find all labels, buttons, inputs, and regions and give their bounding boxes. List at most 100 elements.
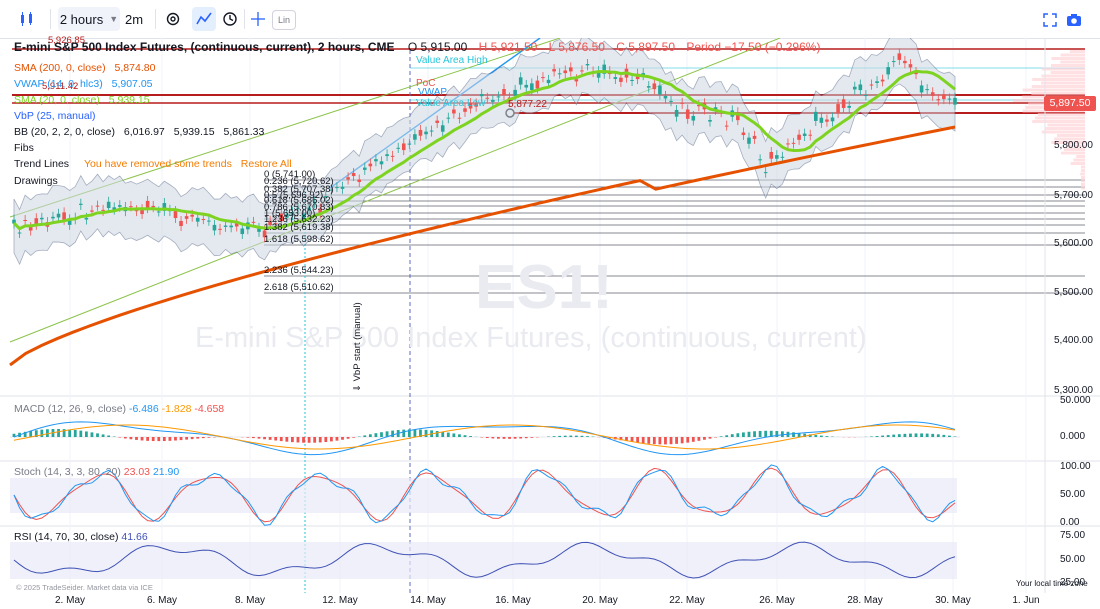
settings-gear-icon[interactable] xyxy=(162,7,184,31)
candle-body xyxy=(530,83,534,91)
macd-line xyxy=(13,421,956,456)
legend-fibs[interactable]: Fibs xyxy=(14,142,34,154)
high-value: H 5,921.50 xyxy=(478,40,538,54)
camera-icon[interactable] xyxy=(1064,10,1084,30)
legend-sma20[interactable]: SMA (20, 0, close) 5,939.15 xyxy=(14,94,156,106)
candle-body xyxy=(613,77,618,79)
legend-trend-lines[interactable]: Trend Lines You have removed some trends… xyxy=(14,158,298,170)
macd-histogram-bar xyxy=(675,437,678,444)
local-time-label[interactable]: Your local time zone xyxy=(1016,579,1088,588)
clock-icon[interactable] xyxy=(219,7,241,31)
candle-body xyxy=(491,99,495,102)
candle-body xyxy=(953,97,957,105)
macd-histogram-bar xyxy=(925,433,929,437)
candle-body xyxy=(79,203,83,205)
macd-histogram-bar xyxy=(736,433,740,437)
macd-histogram-bar xyxy=(196,437,200,439)
candle-body xyxy=(658,85,662,95)
lin-scale-button[interactable]: Lin xyxy=(272,10,296,30)
macd-histogram-bar xyxy=(252,437,255,439)
macd-histogram-bar xyxy=(341,437,344,440)
macd-histogram-bar xyxy=(652,437,656,445)
candle-body xyxy=(763,172,768,174)
value-area-low-label: Value Area Low xyxy=(416,98,486,109)
macd-histogram-bar xyxy=(446,432,450,437)
legend-bb[interactable]: BB (20, 2, 2, 0, close) 6,016.97 5,939.1… xyxy=(14,126,270,138)
price-axis-label: 5,700.00 xyxy=(1054,190,1093,201)
macd-histogram-bar xyxy=(435,431,439,437)
high-tag: 5,926.85 xyxy=(48,35,85,46)
stoch-axis-label: 50.00 xyxy=(1060,489,1086,500)
candle-body xyxy=(546,79,551,84)
interval-value: 2 hours xyxy=(59,11,104,27)
candle-body xyxy=(758,159,762,161)
macd-legend[interactable]: MACD (12, 26, 9, close) -6.486 -1.828 -4… xyxy=(14,403,224,415)
candle-body xyxy=(619,77,623,82)
candle-body xyxy=(485,97,490,99)
candle-body xyxy=(117,205,122,207)
volume-profile-bar xyxy=(1050,71,1085,74)
stoch-legend[interactable]: Stoch (14, 3, 3, 80, 20) 23.03 21.90 xyxy=(14,466,179,478)
candle-body xyxy=(541,77,545,79)
macd-histogram-bar xyxy=(207,437,211,438)
indicators-icon[interactable] xyxy=(192,7,216,31)
vbp-start-label: ⇓ VbP start (manual) xyxy=(352,302,363,392)
macd-histogram-bar xyxy=(380,432,383,437)
candle-body xyxy=(101,209,105,211)
macd-histogram-bar xyxy=(780,431,784,437)
volume-profile-bar xyxy=(1041,130,1085,134)
macd-histogram-bar xyxy=(764,430,768,437)
interval-select[interactable]: 2 hours ▼ xyxy=(58,7,120,31)
candle-body xyxy=(797,134,801,140)
macd-histogram-bar xyxy=(157,437,161,442)
x-axis-label: 1. Jun xyxy=(1012,595,1040,606)
macd-histogram-bar xyxy=(552,436,556,437)
candle-body xyxy=(218,228,222,230)
macd-histogram-bar xyxy=(296,437,300,443)
candle-body xyxy=(864,95,868,97)
price-axis-label: 5,400.00 xyxy=(1054,335,1093,346)
fib-level-label: 2.618 (5,510.62) xyxy=(264,282,334,293)
volume-profile-bar xyxy=(1081,179,1085,183)
fullscreen-icon[interactable] xyxy=(1040,10,1060,30)
candle-body xyxy=(368,163,373,167)
candle-body xyxy=(195,217,200,222)
candle-body xyxy=(786,143,790,145)
macd-histogram-bar xyxy=(140,437,144,441)
candle-body xyxy=(385,154,389,157)
interval-alt-button[interactable]: 2m xyxy=(122,7,146,31)
volume-profile-bar xyxy=(1057,134,1085,137)
x-axis-label: 22. May xyxy=(669,595,705,606)
candle-body xyxy=(897,53,902,60)
candle-body xyxy=(886,67,890,75)
candle-body xyxy=(351,173,356,177)
candle-body xyxy=(390,155,395,157)
macd-histogram-bar xyxy=(753,431,756,437)
candle-body xyxy=(830,117,835,122)
stoch-axis-label: 100.00 xyxy=(1060,461,1091,472)
candles-icon[interactable] xyxy=(14,7,40,31)
macd-histogram-bar xyxy=(641,437,645,444)
candle-body xyxy=(51,216,55,219)
x-axis-label: 8. May xyxy=(234,595,266,606)
rsi-legend[interactable]: RSI (14, 70, 30, close) 41.66 xyxy=(14,531,148,543)
macd-histogram-bar xyxy=(497,437,500,439)
macd-histogram-bar xyxy=(40,429,44,437)
legend-vwap[interactable]: VWAP (14, 0, hlc3) 5,907.05 xyxy=(14,78,159,90)
macd-histogram-bar xyxy=(953,436,957,437)
legend-drawings[interactable]: Drawings xyxy=(14,175,58,187)
volume-profile-bar xyxy=(1076,155,1085,158)
macd-histogram-bar xyxy=(909,433,912,437)
crosshair-icon[interactable] xyxy=(247,7,269,31)
macd-histogram-bar xyxy=(758,430,762,437)
legend-sma200[interactable]: SMA (200, 0, close) 5,874.80 xyxy=(14,62,161,74)
candle-body xyxy=(156,211,161,213)
macd-histogram-bar xyxy=(179,437,183,441)
volume-profile-bar xyxy=(1041,81,1085,85)
legend-vbp[interactable]: VbP (25, manual) xyxy=(14,110,102,122)
volume-profile-bar xyxy=(1022,88,1085,92)
candle-body xyxy=(407,143,412,145)
candle-body xyxy=(524,84,529,88)
open-value: O 5,915.00 xyxy=(407,40,468,54)
macd-histogram-bar xyxy=(881,435,885,437)
